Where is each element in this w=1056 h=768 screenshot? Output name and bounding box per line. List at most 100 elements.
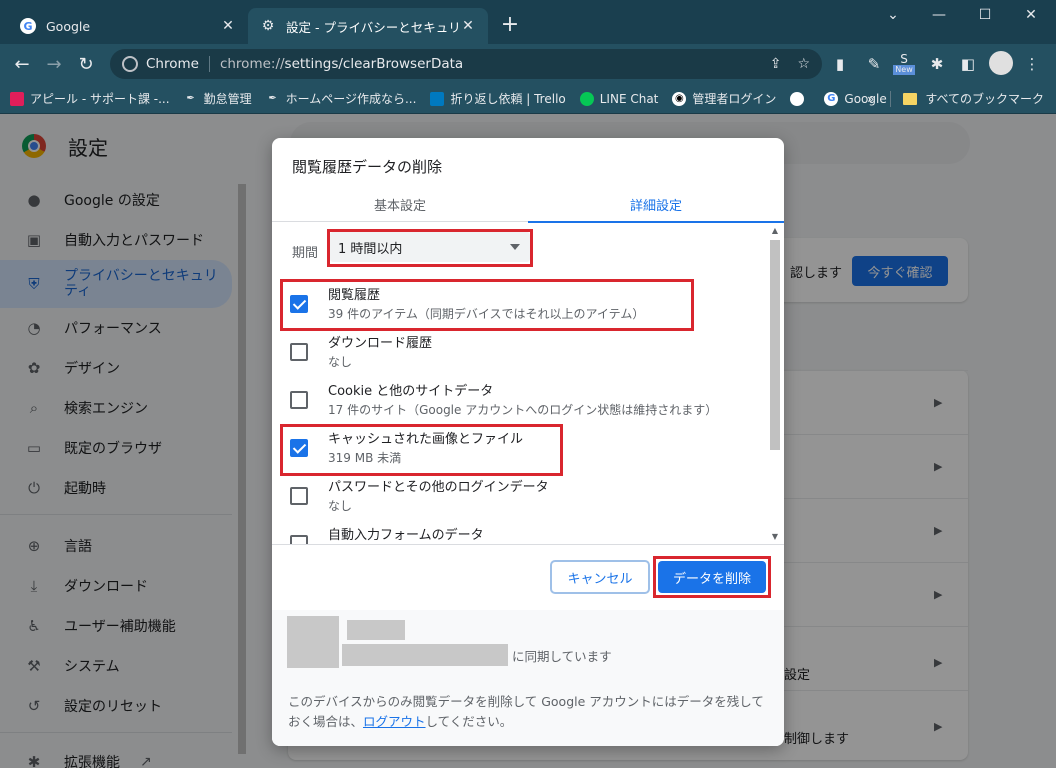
bookmark-label: 管理者ログイン bbox=[692, 92, 777, 106]
tab-strip: G Google ✕ ⚙ 設定 - プライバシーとセキュリティ ✕ + ⌄ — … bbox=[0, 0, 1056, 44]
google-icon: G bbox=[824, 91, 839, 106]
download-history-row[interactable]: ダウンロード履歴 なし bbox=[290, 330, 760, 378]
passwords-row[interactable]: パスワードとその他のログインデータ なし bbox=[290, 474, 760, 522]
reload-button[interactable]: ↻ bbox=[72, 50, 100, 78]
back-button[interactable]: ← bbox=[8, 50, 36, 78]
sync-info-area: に同期しています このデバイスからのみ閲覧データを削除して Google アカウ… bbox=[272, 610, 784, 746]
url-path: settings/clearBrowserData bbox=[284, 56, 464, 72]
cookies-checkbox[interactable] bbox=[290, 391, 308, 409]
close-tab-icon[interactable]: ✕ bbox=[220, 18, 236, 34]
signout-link[interactable]: ログアウト bbox=[363, 714, 426, 729]
note-text: してください。 bbox=[425, 714, 513, 729]
all-bookmarks-label[interactable]: すべてのブックマーク bbox=[925, 90, 1044, 107]
puzzle-extensions-icon[interactable]: ✱ bbox=[927, 54, 947, 74]
extension-square-icon[interactable]: ▮ bbox=[830, 54, 850, 74]
row-subtitle: 17 件のサイト（Google アカウントへのログイン状態は維持されます） bbox=[328, 403, 718, 417]
minimize-button[interactable]: — bbox=[916, 0, 962, 30]
browser-toolbar: ← → ↻ Chrome chrome://settings/clearBrow… bbox=[0, 44, 1056, 84]
share-icon[interactable]: ⇪ bbox=[770, 56, 782, 72]
scroll-down-icon[interactable]: ▼ bbox=[770, 532, 780, 542]
tab-settings[interactable]: ⚙ 設定 - プライバシーとセキュリティ ✕ bbox=[248, 8, 488, 44]
gear-icon: ⚙ bbox=[261, 18, 275, 34]
new-badge: New bbox=[893, 65, 915, 75]
pen-icon: ✒ bbox=[186, 93, 195, 104]
avatar bbox=[287, 616, 339, 668]
bookmark-item[interactable]: 折り返し依頼 | Trello bbox=[430, 90, 566, 107]
row-title: ダウンロード履歴 bbox=[328, 336, 433, 351]
url-text: chrome://settings/clearBrowserData bbox=[220, 56, 463, 72]
dialog-body: 期間 1 時間以内 閲覧履歴 39 件のアイテム（同期デバイスではそれ以上のアイ… bbox=[272, 224, 784, 544]
new-tab-button[interactable]: + bbox=[498, 14, 522, 38]
maximize-button[interactable]: ☐ bbox=[962, 0, 1008, 30]
bookmarks-bar: アピール - サポート課 -... ✒ 勤怠管理 ✒ ホームページ作成なら... 折… bbox=[0, 84, 1056, 114]
row-title: 自動入力フォームのデータ bbox=[328, 528, 484, 543]
dialog-divider bbox=[272, 544, 784, 545]
highlight-box bbox=[653, 556, 771, 598]
passwords-checkbox[interactable] bbox=[290, 487, 308, 505]
row-subtitle: なし bbox=[328, 355, 353, 369]
side-panel-icon[interactable]: ◧ bbox=[958, 54, 978, 74]
row-title: Cookie と他のサイトデータ bbox=[328, 384, 494, 399]
bookmark-label: ホームページ作成なら... bbox=[285, 92, 417, 106]
highlight-box bbox=[280, 279, 694, 331]
bookmark-item[interactable]: アピール - サポート課 -... bbox=[10, 90, 170, 107]
eyedropper-icon[interactable]: ✎ bbox=[864, 54, 884, 74]
tab-advanced[interactable]: 詳細設定 bbox=[528, 186, 784, 223]
signout-note: このデバイスからのみ閲覧データを削除して Google アカウントにはデータを残… bbox=[288, 692, 772, 732]
menu-kebab-icon[interactable]: ⋮ bbox=[1022, 54, 1042, 74]
bookmark-item[interactable]: LINE Chat bbox=[579, 91, 659, 106]
scroll-up-icon[interactable]: ▲ bbox=[770, 226, 780, 236]
bookmark-label: アピール - サポート課 -... bbox=[30, 92, 170, 106]
admin-icon: ◉ bbox=[672, 91, 687, 106]
line-icon bbox=[579, 91, 594, 106]
profile-avatar[interactable] bbox=[989, 51, 1013, 75]
address-bar[interactable]: Chrome chrome://settings/clearBrowserDat… bbox=[110, 49, 822, 79]
bookmark-item[interactable]: ✒ ホームページ作成なら... bbox=[266, 90, 417, 107]
forward-button[interactable]: → bbox=[40, 50, 68, 78]
bookmark-star-icon[interactable]: ☆ bbox=[797, 56, 810, 72]
tab-title: Google bbox=[46, 18, 91, 34]
slack-icon bbox=[10, 91, 24, 106]
row-subtitle: なし bbox=[328, 499, 353, 513]
close-window-button[interactable]: ✕ bbox=[1008, 0, 1054, 30]
cancel-button[interactable]: キャンセル bbox=[550, 560, 650, 594]
scrollbar-thumb[interactable] bbox=[770, 240, 780, 450]
folder-icon bbox=[903, 92, 918, 105]
bookmarks-divider bbox=[890, 90, 892, 107]
pen-icon: ✒ bbox=[268, 93, 277, 104]
close-tab-icon[interactable]: ✕ bbox=[460, 18, 476, 34]
extension-new-icon[interactable]: S New bbox=[893, 50, 915, 78]
cookies-row[interactable]: Cookie と他のサイトデータ 17 件のサイト（Google アカウントへの… bbox=[290, 378, 760, 426]
tab-basic[interactable]: 基本設定 bbox=[272, 186, 528, 222]
tab-title: 設定 - プライバシーとセキュリティ bbox=[286, 19, 460, 35]
redacted-email bbox=[342, 644, 508, 666]
note-text: このデバイスからのみ閲覧データを削除して Google アカウントにはデータを残… bbox=[288, 694, 764, 729]
globe-icon bbox=[790, 91, 805, 106]
autofill-form-checkbox[interactable] bbox=[290, 535, 308, 544]
autofill-form-row[interactable]: 自動入力フォームのデータ bbox=[290, 522, 760, 544]
site-label: Chrome bbox=[146, 56, 199, 72]
trello-icon bbox=[430, 91, 445, 106]
google-favicon-icon: G bbox=[20, 18, 36, 34]
dialog-title: 閲覧履歴データの削除 bbox=[292, 158, 443, 176]
dialog-scrollbar[interactable]: ▲ ▼ bbox=[768, 224, 782, 544]
highlight-box bbox=[327, 229, 533, 267]
bookmark-label: 折り返し依頼 | Trello bbox=[450, 92, 566, 106]
tab-search-chevron-icon[interactable]: ⌄ bbox=[870, 0, 916, 30]
dialog-tabs: 基本設定 詳細設定 bbox=[272, 186, 784, 223]
bookmark-label: LINE Chat bbox=[599, 91, 659, 106]
tab-google[interactable]: G Google ✕ bbox=[8, 8, 248, 44]
time-range-label: 期間 bbox=[292, 246, 319, 261]
row-title: パスワードとその他のログインデータ bbox=[328, 480, 549, 495]
url-prefix: chrome:// bbox=[219, 56, 285, 72]
omnibox-separator bbox=[208, 56, 210, 72]
redacted-name bbox=[347, 620, 405, 640]
bookmark-item[interactable]: ◉ 管理者ログイン bbox=[672, 90, 776, 107]
clear-browsing-data-dialog: 閲覧履歴データの削除 基本設定 詳細設定 期間 1 時間以内 閲覧履歴 39 件… bbox=[272, 138, 784, 746]
bookmark-item[interactable] bbox=[790, 91, 810, 106]
bookmarks-overflow-icon[interactable]: » bbox=[867, 92, 874, 106]
bookmark-label: 勤怠管理 bbox=[203, 92, 252, 106]
download-history-checkbox[interactable] bbox=[290, 343, 308, 361]
bookmark-item[interactable]: ✒ 勤怠管理 bbox=[184, 90, 252, 107]
sync-status-text: に同期しています bbox=[512, 649, 612, 664]
